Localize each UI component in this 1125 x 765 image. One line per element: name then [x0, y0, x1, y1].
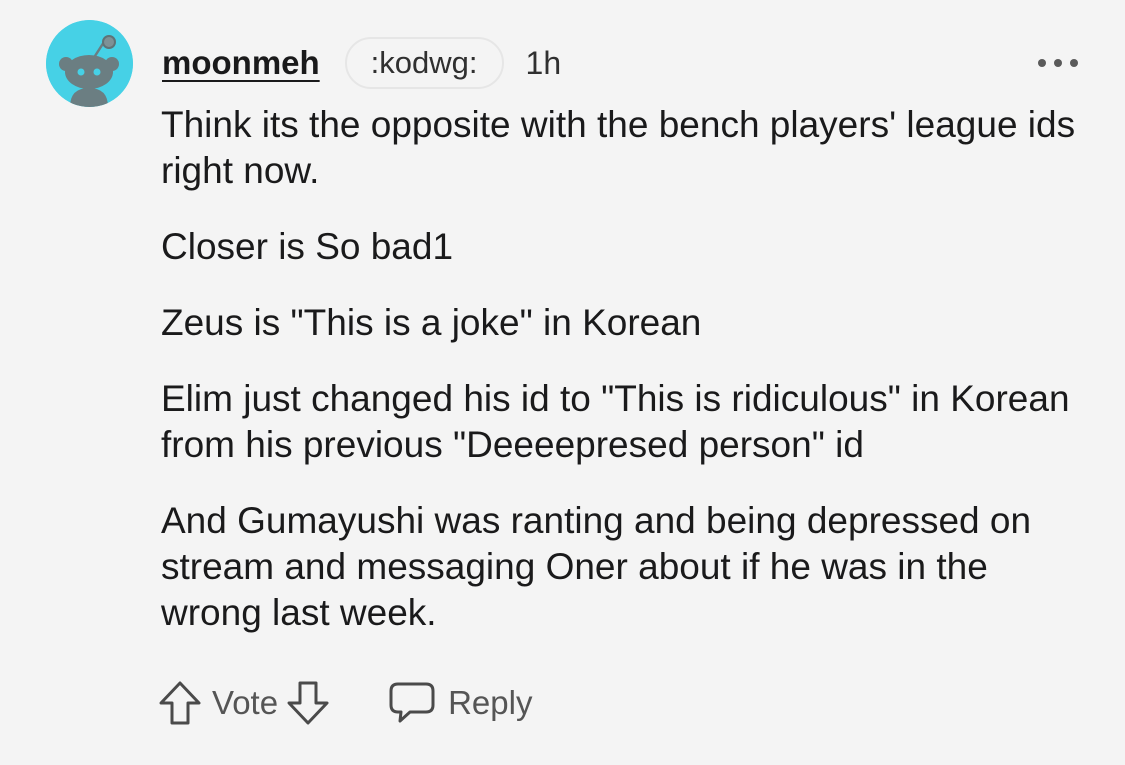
downvote-button[interactable] — [286, 680, 330, 726]
more-options-button[interactable] — [1038, 52, 1078, 74]
more-horizontal-icon-dot — [1070, 59, 1078, 67]
comment-paragraph: Think its the opposite with the bench pl… — [161, 104, 1076, 191]
more-horizontal-icon-dot — [1054, 59, 1062, 67]
vote-label: Vote — [212, 684, 279, 721]
comment-paragraph: And Gumayushi was ranting and being depr… — [161, 500, 1032, 633]
vote-group: Vote — [158, 680, 330, 726]
reply-label: Reply — [448, 684, 533, 721]
more-horizontal-icon — [1038, 59, 1046, 67]
username-link[interactable]: moonmeh — [162, 44, 320, 82]
comment-actions: Vote Reply — [158, 672, 532, 734]
reply-button[interactable]: Reply — [388, 681, 532, 725]
speech-bubble-icon — [389, 682, 435, 723]
comment-paragraph: Closer is So bad1 — [161, 226, 454, 267]
comment-paragraph: Elim just changed his id to "This is rid… — [161, 378, 1070, 465]
comment-header: moonmeh :kodwg: 1h — [162, 36, 561, 90]
comment-timestamp: 1h — [525, 44, 562, 81]
arrow-up-icon — [159, 681, 201, 725]
snoo-avatar-icon — [46, 20, 133, 107]
arrow-down-icon — [287, 681, 329, 725]
avatar[interactable] — [46, 20, 133, 107]
comment-body: Think its the opposite with the bench pl… — [161, 102, 1091, 636]
upvote-button[interactable] — [158, 680, 202, 726]
comment-paragraph: Zeus is "This is a joke" in Korean — [161, 302, 702, 343]
user-flair: :kodwg: — [344, 37, 504, 89]
